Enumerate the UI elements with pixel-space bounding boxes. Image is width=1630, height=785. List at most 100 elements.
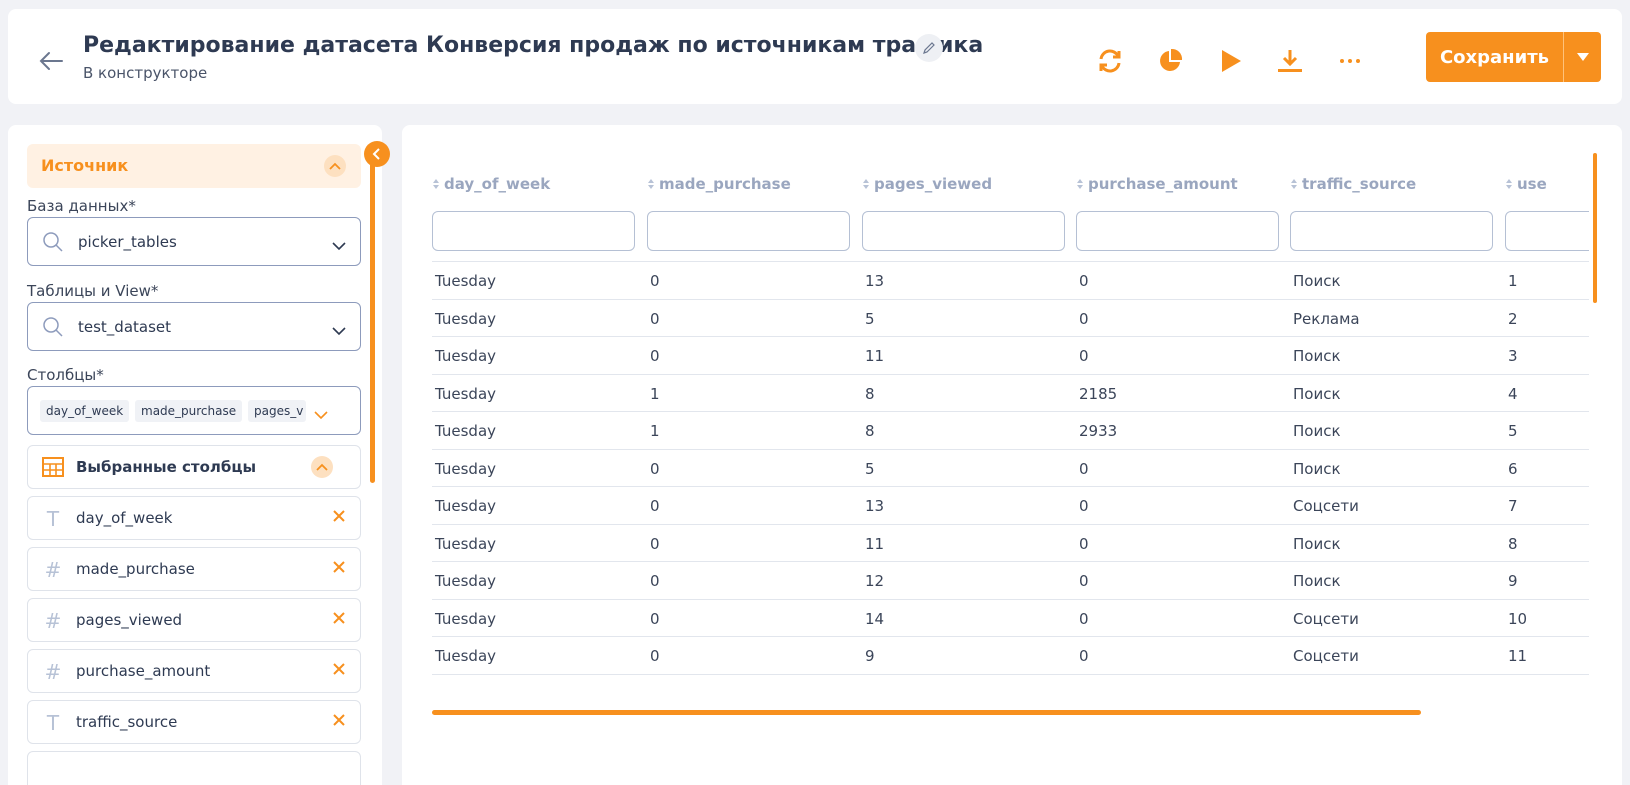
refresh-icon[interactable] [1094, 45, 1126, 77]
column-header[interactable]: made_purchase [647, 175, 791, 194]
column-header[interactable]: use [1505, 175, 1547, 194]
table-cell: 0 [650, 497, 660, 515]
table-row[interactable]: Tuesday 0 11 0 Поиск 3 [432, 336, 1589, 375]
table-row[interactable]: Tuesday 0 13 0 Поиск 1 [432, 261, 1589, 300]
table-row[interactable]: Tuesday 0 9 0 Соцсети 11 [432, 636, 1589, 675]
table-cell: 0 [650, 309, 660, 328]
table-cell: 2 [1508, 309, 1518, 328]
column-filter-input[interactable] [647, 211, 850, 251]
table-cell: Tuesday [435, 347, 497, 365]
column-header[interactable]: traffic_source [1290, 175, 1416, 194]
column-header[interactable]: purchase_amount [1076, 175, 1238, 194]
chevron-down-icon [332, 321, 346, 340]
column-filter-input[interactable] [1290, 211, 1493, 251]
selected-column-name: traffic_source [76, 713, 178, 731]
column-header[interactable]: day_of_week [432, 175, 550, 194]
table-cell: 0 [650, 272, 660, 290]
column-tag[interactable]: made_purchase [135, 400, 243, 422]
caret-down-icon[interactable] [1564, 32, 1601, 82]
selected-column-name: made_purchase [76, 560, 195, 578]
collapse-panel-button[interactable] [364, 141, 390, 167]
selected-column-name: purchase_amount [76, 662, 211, 680]
table-cell: 0 [650, 459, 660, 478]
columns-label: Столбцы* [27, 366, 104, 384]
table-cell: Tuesday [435, 459, 497, 478]
close-icon[interactable] [332, 712, 346, 731]
sort-icon[interactable] [1290, 176, 1298, 194]
table-row[interactable]: Tuesday 1 8 2185 Поиск 4 [432, 373, 1589, 413]
pie-chart-icon[interactable] [1154, 45, 1186, 77]
close-icon[interactable] [332, 508, 346, 527]
table-vertical-scrollbar[interactable] [1593, 153, 1597, 303]
table-cell: 4 [1508, 384, 1518, 403]
selected-column-item-partial [27, 751, 361, 785]
table-cell: 10 [1508, 609, 1528, 628]
chevron-up-icon[interactable] [324, 155, 346, 177]
column-header-label: pages_viewed [874, 175, 993, 193]
search-icon [42, 316, 64, 342]
column-filter-input[interactable] [432, 211, 635, 251]
table-cell: 0 [1079, 647, 1089, 665]
table-horizontal-scrollbar[interactable] [432, 710, 1421, 715]
column-tag[interactable]: day_of_week [40, 400, 130, 422]
sort-icon[interactable] [432, 176, 440, 194]
table-row[interactable]: Tuesday 0 5 0 Поиск 6 [432, 448, 1589, 488]
selected-column-item: T day_of_week [27, 496, 361, 540]
close-icon[interactable] [332, 610, 346, 629]
table-row[interactable]: Tuesday 0 13 0 Соцсети 7 [432, 486, 1589, 525]
sort-icon[interactable] [647, 176, 655, 194]
table-cell: 2933 [1079, 422, 1118, 440]
table-cell: 11 [1508, 647, 1528, 665]
column-header-label: traffic_source [1302, 175, 1417, 193]
selected-columns-header[interactable]: Выбранные столбцы [27, 445, 361, 489]
save-button[interactable]: Сохранить [1426, 32, 1564, 82]
database-select[interactable]: picker_tables [27, 217, 361, 266]
sidebar-scrollbar[interactable] [370, 153, 375, 483]
columns-multiselect[interactable]: day_of_week made_purchase pages_v [27, 386, 361, 435]
table-cell: 0 [650, 609, 660, 628]
column-filter-input[interactable] [1076, 211, 1279, 251]
sort-icon[interactable] [1505, 176, 1513, 194]
download-icon[interactable] [1274, 45, 1306, 77]
column-header-label: day_of_week [444, 175, 551, 193]
table-cell: Tuesday [435, 572, 497, 590]
more-dots-icon[interactable] [1334, 45, 1366, 77]
column-filter-input[interactable] [1505, 211, 1589, 251]
selected-columns-title: Выбранные столбцы [76, 458, 257, 476]
table-cell: Поиск [1293, 459, 1341, 478]
chevron-up-icon[interactable] [311, 456, 333, 478]
back-arrow-icon[interactable] [36, 46, 66, 76]
database-label: База данных* [27, 197, 136, 215]
page-header: Редактирование датасета Конверсия продаж… [8, 9, 1622, 104]
selected-column-item: # made_purchase [27, 547, 361, 591]
table-row[interactable]: Tuesday 0 5 0 Реклама 2 [432, 298, 1589, 338]
play-icon[interactable] [1214, 45, 1246, 77]
table-row[interactable]: Tuesday 0 11 0 Поиск 8 [432, 523, 1589, 563]
data-preview-panel: day_of_week made_purchase pages_viewed purc… [402, 125, 1622, 785]
table-cell: 14 [865, 609, 885, 628]
sort-icon[interactable] [862, 176, 870, 194]
table-cell: Соцсети [1293, 647, 1359, 665]
source-section-header[interactable]: Источник [27, 144, 361, 188]
table-cell: 0 [1079, 609, 1089, 628]
column-header[interactable]: pages_viewed [862, 175, 992, 194]
table-cell: 0 [650, 647, 660, 665]
close-icon[interactable] [332, 661, 346, 680]
save-button-group: Сохранить [1426, 32, 1601, 82]
sort-icon[interactable] [1076, 176, 1084, 194]
table-cell: 0 [1079, 272, 1089, 290]
column-tag[interactable]: pages_v [248, 400, 306, 422]
table-cell: 0 [1079, 572, 1089, 590]
edit-pencil-icon[interactable] [915, 34, 943, 62]
column-filter-input[interactable] [862, 211, 1065, 251]
table-row[interactable]: Tuesday 0 12 0 Поиск 9 [432, 561, 1589, 600]
close-icon[interactable] [332, 559, 346, 578]
table-row[interactable]: Tuesday 1 8 2933 Поиск 5 [432, 411, 1589, 450]
table-cell: Tuesday [435, 497, 497, 515]
table-cell: Tuesday [435, 309, 497, 328]
table-cell: Поиск [1293, 347, 1341, 365]
column-header-label: use [1517, 175, 1547, 193]
table-row[interactable]: Tuesday 0 14 0 Соцсети 10 [432, 598, 1589, 638]
tables-select[interactable]: test_dataset [27, 302, 361, 351]
table-cell: Tuesday [435, 609, 497, 628]
